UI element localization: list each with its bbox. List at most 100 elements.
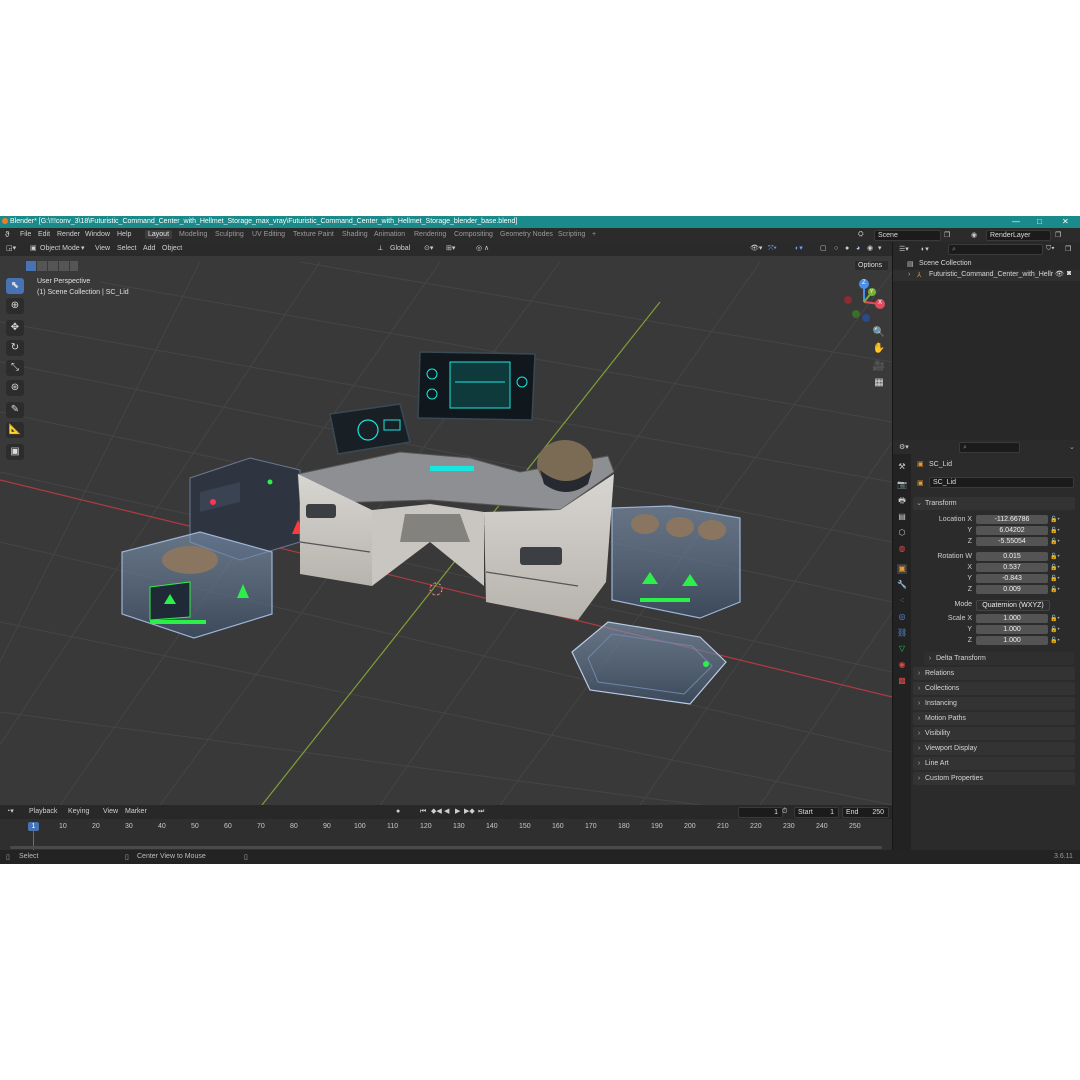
menu-file[interactable]: File: [20, 231, 31, 238]
data-tab-icon[interactable]: ▽: [897, 644, 907, 654]
material-shading-icon[interactable]: ◕: [856, 244, 860, 253]
playhead[interactable]: 1: [28, 822, 39, 831]
location-z-field[interactable]: -5.55054: [976, 537, 1048, 546]
move-tool[interactable]: ✥: [6, 320, 24, 336]
menu-view[interactable]: View: [95, 244, 110, 253]
physics-tab-icon[interactable]: ◎: [897, 612, 907, 622]
scene-icon[interactable]: ⛭: [858, 231, 864, 239]
select-invert-icon[interactable]: [59, 261, 69, 271]
view-layer-tab-icon[interactable]: ▤: [897, 512, 907, 522]
rotation-x-field[interactable]: 0.537: [976, 563, 1048, 572]
select-extend-icon[interactable]: [37, 261, 47, 271]
tab-animation[interactable]: Animation: [374, 231, 405, 238]
gizmo-y-label[interactable]: Y: [870, 289, 873, 295]
zoom-icon[interactable]: 🔍: [872, 326, 886, 340]
mode-dropdown-icon[interactable]: ▾: [81, 244, 85, 253]
wireframe-shading-icon[interactable]: ○: [834, 244, 838, 253]
outliner-search-field[interactable]: ⌕: [948, 244, 1043, 255]
visibility-panel[interactable]: › Visibility: [913, 727, 1075, 740]
lock-icon[interactable]: 🔓•: [1050, 575, 1060, 582]
timeline-scrollbar[interactable]: [10, 846, 882, 849]
overlay-toggle-icon[interactable]: ◐▾: [795, 244, 803, 253]
output-tab-icon[interactable]: 🖶: [897, 496, 907, 506]
menu-render[interactable]: Render: [57, 231, 80, 238]
expand-arrow-icon[interactable]: ›: [908, 271, 910, 278]
scene-selector[interactable]: Scene: [874, 230, 941, 241]
outliner-editor-icon[interactable]: ☰▾: [899, 245, 909, 253]
location-x-field[interactable]: -112.66786: [976, 515, 1048, 524]
cursor-tool[interactable]: ⊕: [6, 298, 24, 314]
display-mode-icon[interactable]: ◐▾: [921, 245, 929, 253]
properties-editor-icon[interactable]: ⚙▾: [899, 443, 909, 451]
tab-compositing[interactable]: Compositing: [454, 231, 493, 238]
close-button[interactable]: ✕: [1062, 217, 1069, 226]
select-box-tool[interactable]: ⬉: [6, 278, 24, 294]
tab-uv-editing[interactable]: UV Editing: [252, 231, 285, 238]
options-button[interactable]: Options: [854, 260, 889, 271]
blender-menu-icon[interactable]: ϑ: [5, 230, 9, 239]
rotation-y-field[interactable]: -0.843: [976, 574, 1048, 583]
material-tab-icon[interactable]: ◉: [897, 660, 907, 670]
new-scene-icon[interactable]: ❐: [944, 231, 950, 239]
scale-x-field[interactable]: 1.000: [976, 614, 1048, 623]
constraints-tab-icon[interactable]: ⛓: [897, 628, 907, 638]
rotate-tool[interactable]: ↻: [6, 340, 24, 356]
texture-tab-icon[interactable]: ▩: [897, 676, 907, 686]
outliner-row-scene-collection[interactable]: ▤ Scene Collection: [893, 259, 1080, 270]
scale-z-field[interactable]: 1.000: [976, 636, 1048, 645]
editor-type-icon[interactable]: ◲▾: [6, 244, 16, 253]
orientation-selector[interactable]: Global: [390, 244, 410, 253]
lock-icon[interactable]: 🔓•: [1050, 516, 1060, 523]
rotation-z-field[interactable]: 0.009: [976, 585, 1048, 594]
scale-y-field[interactable]: 1.000: [976, 625, 1048, 634]
gizmo-x-label[interactable]: X: [878, 300, 882, 306]
delta-transform-header[interactable]: › Delta Transform: [924, 652, 1074, 665]
select-new-icon[interactable]: [26, 261, 36, 271]
scene-tab-icon[interactable]: ⬡: [897, 528, 907, 538]
lock-icon[interactable]: 🔓•: [1050, 564, 1060, 571]
pan-hand-icon[interactable]: ✋: [872, 342, 886, 356]
add-cube-tool[interactable]: ▣: [6, 444, 24, 460]
motion-paths-panel[interactable]: › Motion Paths: [913, 712, 1075, 725]
new-collection-icon[interactable]: ❐: [1065, 245, 1071, 253]
filter-icon[interactable]: ⛉▾: [1046, 245, 1055, 253]
measure-tool[interactable]: 📐: [6, 422, 24, 438]
scale-tool[interactable]: ⤡: [6, 360, 24, 376]
transform-panel-header[interactable]: ⌄ Transform: [913, 497, 1075, 510]
line-art-panel[interactable]: › Line Art: [913, 757, 1075, 770]
modifier-tab-icon[interactable]: 🔧: [897, 580, 907, 590]
rotation-mode-dropdown[interactable]: Quaternion (WXYZ): [976, 600, 1050, 611]
shading-dropdown-icon[interactable]: ▾: [878, 244, 882, 253]
proportional-edit-icon[interactable]: ◎ ∧: [476, 244, 489, 253]
render-layer-selector[interactable]: RenderLayer: [986, 230, 1051, 241]
render-layer-icon[interactable]: ◉: [971, 231, 977, 239]
object-tab-icon[interactable]: ▣: [897, 564, 907, 574]
gizmo-toggle-icon[interactable]: ⤧▾: [768, 244, 777, 253]
viewport-scene[interactable]: [0, 242, 892, 805]
collections-panel[interactable]: › Collections: [913, 682, 1075, 695]
visibility-icon[interactable]: 👁▾: [750, 244, 762, 253]
gizmo-z-label[interactable]: Z: [862, 280, 866, 286]
render-tab-icon[interactable]: 📷: [897, 480, 907, 490]
pivot-icon[interactable]: ⊙▾: [424, 244, 433, 253]
add-workspace-button[interactable]: +: [592, 231, 596, 238]
menu-edit[interactable]: Edit: [38, 231, 50, 238]
annotate-tool[interactable]: ✎: [6, 402, 24, 418]
transform-tool[interactable]: ⊛: [6, 380, 24, 396]
custom-properties-panel[interactable]: › Custom Properties: [913, 772, 1075, 785]
perspective-grid-icon[interactable]: ▦: [872, 376, 886, 390]
world-tab-icon[interactable]: ◍: [897, 544, 907, 554]
menu-select[interactable]: Select: [117, 244, 136, 253]
menu-add[interactable]: Add: [143, 244, 155, 253]
eye-icon[interactable]: 👁: [1055, 270, 1064, 278]
lock-icon[interactable]: 🔓•: [1050, 615, 1060, 622]
select-intersect-icon[interactable]: [70, 261, 78, 271]
outliner-row-object[interactable]: › ⅄ Futuristic_Command_Center_with_Hellr…: [893, 270, 1080, 281]
new-view-layer-icon[interactable]: ❐: [1055, 231, 1061, 239]
tab-sculpting[interactable]: Sculpting: [215, 231, 244, 238]
lock-icon[interactable]: 🔓•: [1050, 527, 1060, 534]
tab-shading[interactable]: Shading: [342, 231, 368, 238]
lock-icon[interactable]: 🔓•: [1050, 553, 1060, 560]
tab-geometry-nodes[interactable]: Geometry Nodes: [500, 231, 553, 238]
properties-search-field[interactable]: ⌕: [959, 442, 1020, 453]
